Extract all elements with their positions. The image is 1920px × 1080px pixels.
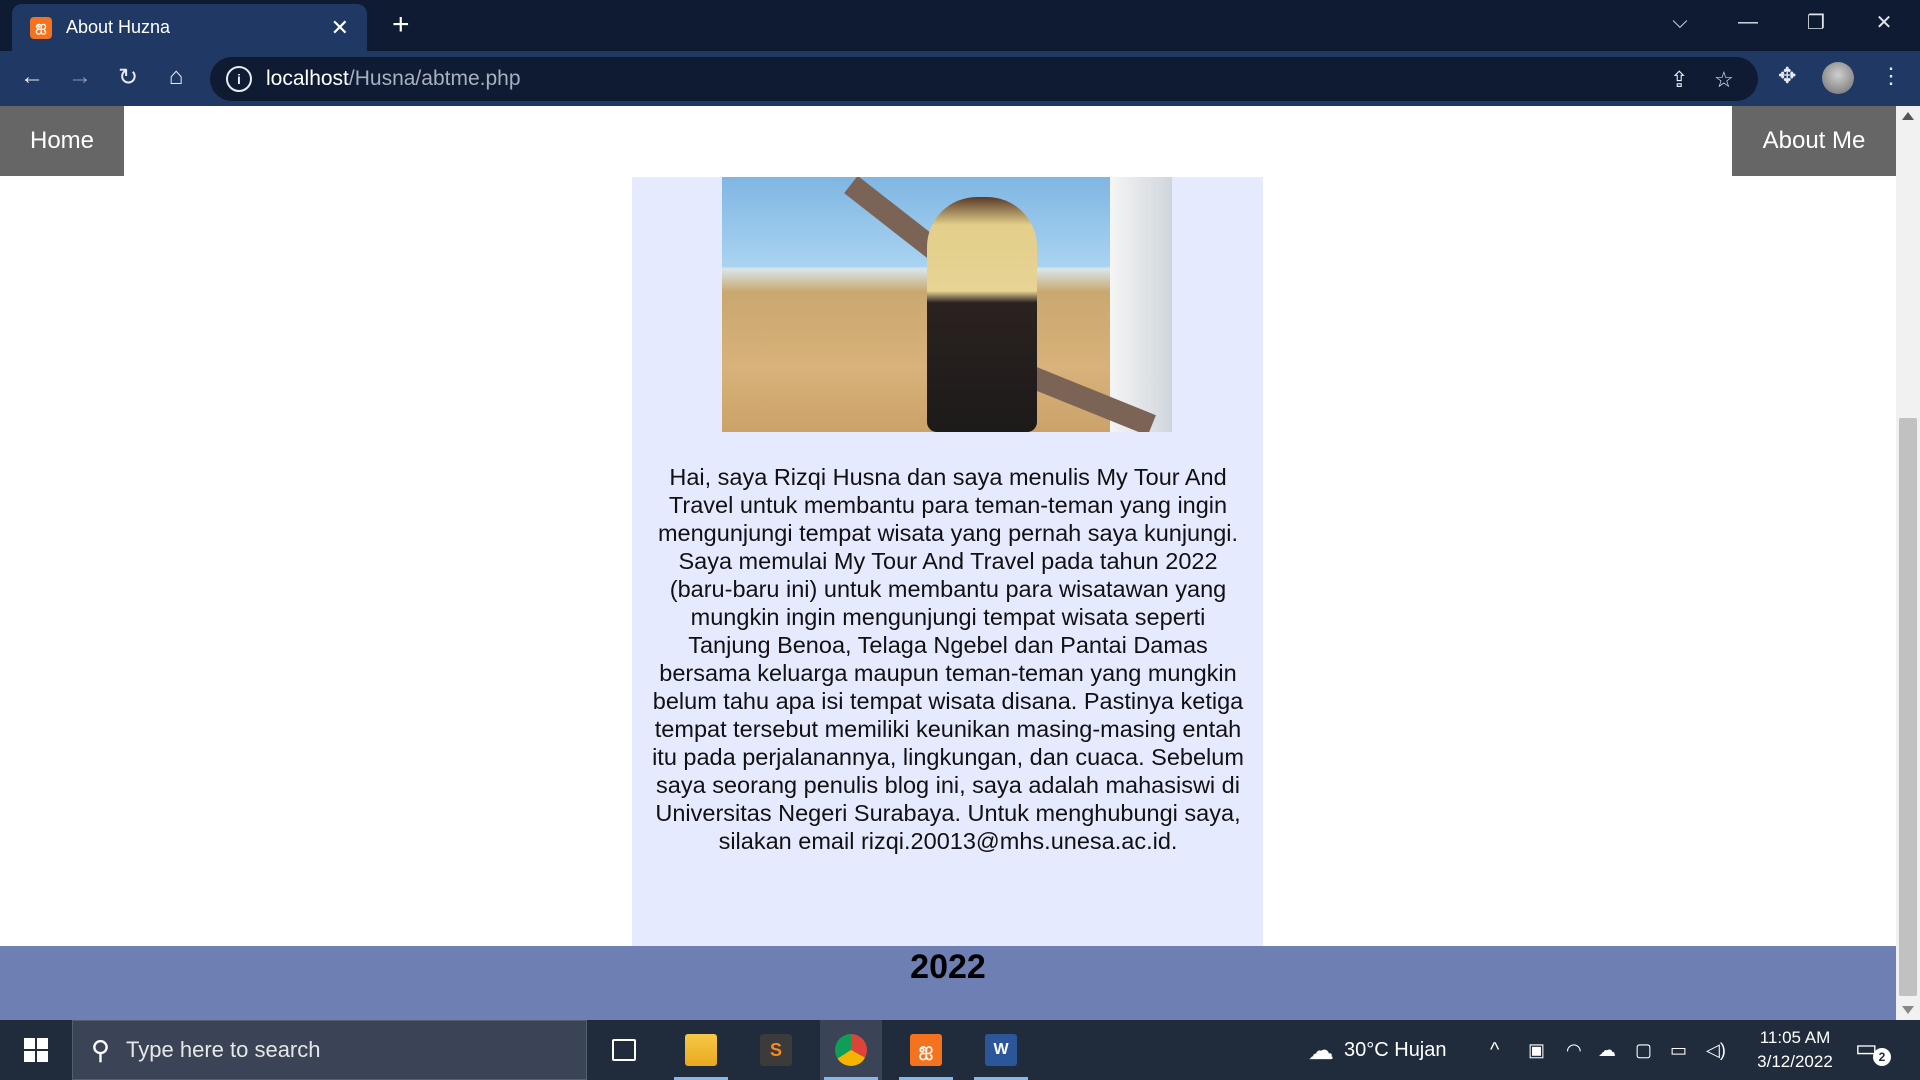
rain-cloud-icon: ☁: [1308, 1034, 1334, 1065]
scrollbar-thumb[interactable]: [1899, 418, 1917, 996]
close-window-button[interactable]: ✕: [1854, 0, 1914, 44]
profile-photo: [722, 177, 1172, 432]
tab-title: About Huzna: [66, 17, 171, 37]
forward-arrow-icon[interactable]: →: [64, 63, 96, 91]
chrome-icon: [835, 1034, 867, 1066]
battery-icon[interactable]: ▭: [1670, 1020, 1687, 1080]
home-icon[interactable]: ⌂: [160, 63, 192, 91]
meet-now-icon[interactable]: ▣: [1528, 1020, 1545, 1080]
url-host: localhost: [266, 67, 349, 90]
windows-logo-icon: [24, 1038, 48, 1062]
nav-about-link[interactable]: About Me: [1732, 106, 1896, 176]
display-icon[interactable]: ▢: [1635, 1020, 1652, 1080]
folder-icon: [685, 1034, 717, 1066]
site-info-icon[interactable]: i: [226, 66, 252, 92]
weather-widget[interactable]: ☁ 30°C Hujan: [1308, 1020, 1447, 1080]
bookmark-star-icon[interactable]: ☆: [1714, 67, 1734, 93]
word-icon: W: [985, 1034, 1017, 1066]
profile-avatar[interactable]: [1822, 62, 1854, 94]
page-scrollbar[interactable]: [1896, 106, 1920, 1020]
browser-tab[interactable]: ஐ About Huzna ✕: [12, 4, 367, 51]
web-page: Home About Me Hai, saya Rizqi Husna dan …: [0, 106, 1896, 1020]
white-banner: [1110, 177, 1172, 432]
about-paragraph: Hai, saya Rizqi Husna dan saya menulis M…: [652, 464, 1244, 854]
menu-kebab-icon[interactable]: ⋮: [1880, 63, 1902, 89]
about-content-panel: Hai, saya Rizqi Husna dan saya menulis M…: [632, 177, 1263, 946]
browser-toolbar: ← → ↻ ⌂ i localhost/Husna/abtme.php ⇪ ☆ …: [0, 51, 1920, 106]
tab-strip: ஐ About Huzna ✕ + ⌵ — ❐ ✕: [0, 0, 1920, 51]
scroll-down-arrow-icon[interactable]: [1902, 1006, 1914, 1014]
volume-icon[interactable]: ◁): [1706, 1020, 1726, 1080]
onedrive-error-icon[interactable]: ☁: [1598, 1020, 1616, 1080]
search-icon: ⚲: [91, 1034, 111, 1065]
footer-year: 2022: [910, 948, 986, 986]
page-footer: 2022: [0, 946, 1896, 1020]
tab-close-icon[interactable]: ✕: [331, 15, 349, 41]
scroll-up-arrow-icon[interactable]: [1902, 112, 1914, 120]
taskbar-word[interactable]: W: [970, 1020, 1032, 1080]
extensions-puzzle-icon[interactable]: ✥: [1778, 63, 1796, 89]
taskbar-sublime-text[interactable]: S: [745, 1020, 807, 1080]
clock-date: 3/12/2022: [1757, 1052, 1833, 1071]
weather-text: 30°C Hujan: [1344, 1038, 1447, 1061]
task-view-icon: [612, 1039, 636, 1061]
url-path: /Husna/abtme.php: [348, 67, 521, 90]
wifi-icon[interactable]: ◠: [1566, 1020, 1582, 1080]
reload-icon[interactable]: ↻: [112, 63, 144, 92]
notification-badge: 2: [1873, 1048, 1891, 1066]
sublime-icon: S: [760, 1034, 792, 1066]
taskbar-search-box[interactable]: ⚲ Type here to search: [72, 1020, 587, 1080]
taskbar-xampp[interactable]: ஐ: [895, 1020, 957, 1080]
restore-button[interactable]: ❐: [1786, 0, 1846, 44]
notification-center-button[interactable]: ▭ 2: [1855, 1034, 1891, 1066]
tab-search-icon[interactable]: ⌵: [1650, 0, 1710, 44]
taskbar-file-explorer[interactable]: [670, 1020, 732, 1080]
clock-time: 11:05 AM: [1759, 1028, 1831, 1047]
show-hidden-icons-button[interactable]: ^: [1490, 1020, 1499, 1080]
task-view-button[interactable]: [593, 1020, 655, 1080]
nav-home-link[interactable]: Home: [0, 106, 124, 176]
new-tab-button[interactable]: +: [392, 10, 410, 40]
search-placeholder: Type here to search: [126, 1037, 321, 1062]
back-arrow-icon[interactable]: ←: [16, 63, 48, 91]
minimize-button[interactable]: —: [1718, 0, 1778, 44]
taskbar-chrome[interactable]: [820, 1020, 882, 1080]
url-text[interactable]: localhost/Husna/abtme.php: [266, 67, 521, 91]
windows-taskbar: ⚲ Type here to search S ஐ W ☁ 30°C Hujan…: [0, 1020, 1920, 1080]
xampp-favicon-icon: ஐ: [30, 16, 52, 39]
system-clock[interactable]: 11:05 AM 3/12/2022: [1740, 1026, 1850, 1074]
address-bar[interactable]: i localhost/Husna/abtme.php ⇪ ☆: [210, 57, 1758, 101]
share-icon[interactable]: ⇪: [1670, 67, 1688, 93]
xampp-icon: ஐ: [910, 1034, 942, 1066]
person-figure: [927, 197, 1037, 432]
start-button[interactable]: [0, 1020, 72, 1080]
